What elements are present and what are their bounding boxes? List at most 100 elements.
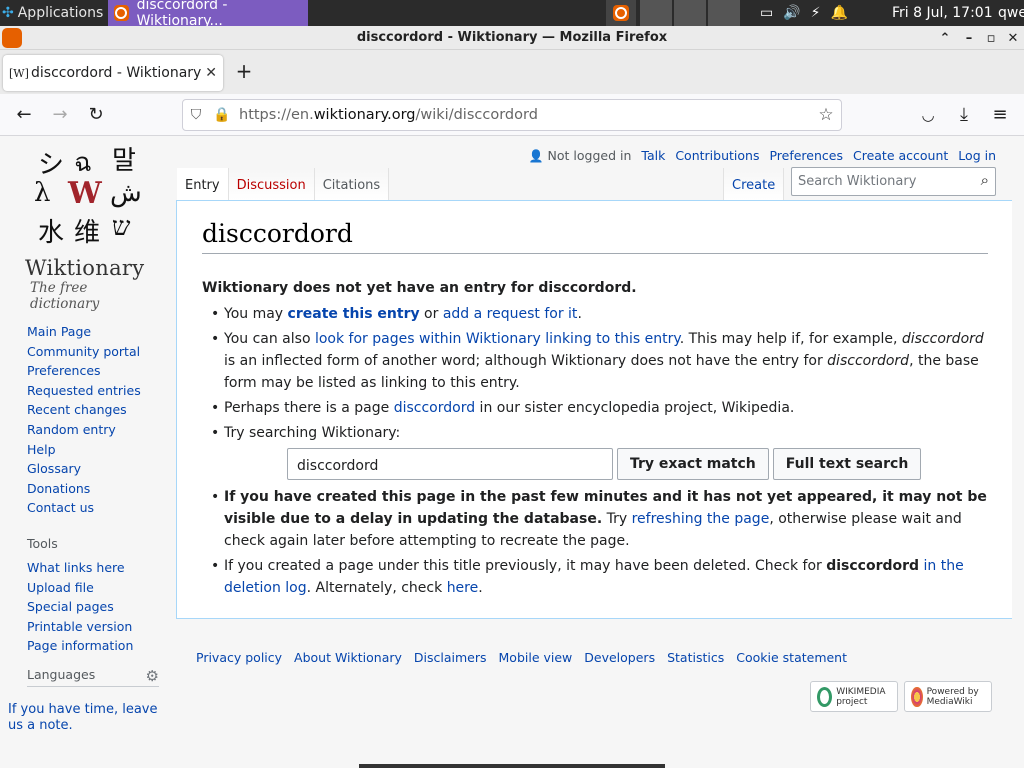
workspace-2[interactable] xyxy=(674,0,706,26)
workspace-1[interactable] xyxy=(640,0,672,26)
lock-icon[interactable]: 🔒 xyxy=(209,107,235,123)
sidebar-item-printable-version[interactable]: Printable version xyxy=(27,619,132,634)
user-name[interactable]: qwe xyxy=(998,0,1024,26)
sidebar-item-glossary[interactable]: Glossary xyxy=(27,461,81,476)
mediawiki-label: Powered by MediaWiki xyxy=(926,686,979,707)
menu-hamburger-icon[interactable]: ≡ xyxy=(988,103,1012,127)
url-text[interactable]: https://en.wiktionary.org/wiki/disccordo… xyxy=(235,107,811,123)
talk-link[interactable]: Talk xyxy=(641,148,665,163)
footer-link-privacy[interactable]: Privacy policy xyxy=(196,650,282,665)
wiktionary-favicon-icon: [W] xyxy=(9,66,29,80)
new-tab-button[interactable]: + xyxy=(232,60,256,84)
text: Try xyxy=(602,511,632,527)
close-tab-icon[interactable]: ✕ xyxy=(205,65,217,81)
system-tray: ▭ 🔊 ⚡ 🔔 xyxy=(760,0,848,26)
mediawiki-logo-icon xyxy=(911,686,923,707)
bold-text: disccordord xyxy=(826,558,920,574)
gear-icon[interactable]: ⚙ xyxy=(146,667,159,685)
sidebar-item-random-entry[interactable]: Random entry xyxy=(27,422,116,437)
chevron-up-icon[interactable]: ⌃ xyxy=(934,26,956,50)
taskbar-firefox-window[interactable]: disccordord - Wiktionary... xyxy=(108,0,308,29)
sidebar-item-preferences[interactable]: Preferences xyxy=(27,363,101,378)
taskbar-firefox-launcher[interactable] xyxy=(606,0,636,26)
refresh-page-link[interactable]: refreshing the page xyxy=(632,511,770,527)
applications-menu[interactable]: ✣ Applications xyxy=(0,0,109,26)
browser-tab[interactable]: [W] disccordord - Wiktionary ✕ xyxy=(3,55,223,91)
horizontal-scrollbar[interactable] xyxy=(359,764,665,768)
user-icon: 👤 xyxy=(528,149,544,163)
wikipedia-link[interactable]: disccordord xyxy=(394,400,475,416)
create-account-link[interactable]: Create account xyxy=(853,148,948,163)
tab-create[interactable]: Create xyxy=(723,168,785,200)
create-entry-link[interactable]: create this entry xyxy=(288,306,420,322)
search-icon[interactable]: ⌕ xyxy=(981,171,989,189)
back-button[interactable]: ← xyxy=(12,103,36,127)
wiktionary-logo[interactable]: シ ฉ 말 λ W ش 水 维 ש Wiktionary The free di… xyxy=(20,140,160,312)
full-text-search-button[interactable]: Full text search xyxy=(772,448,922,480)
what-links-here-link[interactable]: look for pages within Wiktionary linking… xyxy=(315,331,680,347)
minimize-button[interactable]: – xyxy=(958,26,980,50)
sidebar-item-page-information[interactable]: Page information xyxy=(27,638,133,653)
site-name: Wiktionary xyxy=(25,256,145,280)
footer-link-mobile-view[interactable]: Mobile view xyxy=(499,650,573,665)
preferences-link[interactable]: Preferences xyxy=(769,148,843,163)
footer-link-developers[interactable]: Developers xyxy=(584,650,655,665)
power-icon[interactable]: ⚡ xyxy=(811,5,821,21)
close-window-button[interactable]: ✕ xyxy=(1002,26,1024,50)
notification-bell-icon[interactable]: 🔔 xyxy=(831,5,848,21)
try-exact-match-button[interactable]: Try exact match xyxy=(617,448,769,480)
sidebar-item-community-portal[interactable]: Community portal xyxy=(27,344,140,359)
footer-link-cookie-statement[interactable]: Cookie statement xyxy=(736,650,847,665)
sidebar-item-help[interactable]: Help xyxy=(27,442,56,457)
forward-button[interactable]: → xyxy=(48,103,72,127)
sidebar-item-recent-changes[interactable]: Recent changes xyxy=(27,402,127,417)
system-taskbar: ✣ Applications disccordord - Wiktionary.… xyxy=(0,0,1024,29)
sidebar-item-donations[interactable]: Donations xyxy=(27,481,90,496)
downloads-icon[interactable]: ⤓ xyxy=(952,103,976,127)
bookmark-star-icon[interactable]: ☆ xyxy=(811,105,841,125)
workspace-3[interactable] xyxy=(708,0,740,26)
text: You may xyxy=(224,306,288,322)
address-bar[interactable]: ⛉ 🔒 https://en.wiktionary.org/wiki/discc… xyxy=(182,99,842,131)
tab-entry[interactable]: Entry xyxy=(177,168,229,200)
volume-icon[interactable]: 🔊 xyxy=(783,5,800,21)
entry-search-input[interactable]: disccordord xyxy=(287,448,613,480)
tab-strip: [W] disccordord - Wiktionary ✕ + xyxy=(0,50,1024,94)
tools-heading: Tools xyxy=(27,535,58,551)
window-titlebar: disccordord - Wiktionary — Mozilla Firef… xyxy=(0,26,1024,50)
applications-label: Applications xyxy=(17,5,104,21)
list-item: You may create this entry or add a reque… xyxy=(202,303,992,325)
contributions-link[interactable]: Contributions xyxy=(675,148,759,163)
pocket-icon[interactable]: ◡ xyxy=(916,103,940,127)
languages-note-link[interactable]: If you have time, leave us a note. xyxy=(8,702,168,734)
search-input[interactable]: Search Wiktionary ⌕ xyxy=(791,167,996,196)
text: is an inflected form of another word; al… xyxy=(224,353,828,369)
sidebar-item-upload-file[interactable]: Upload file xyxy=(27,580,94,595)
list-item: Perhaps there is a page disccordord in o… xyxy=(202,397,992,419)
add-request-link[interactable]: add a request for it xyxy=(443,306,578,322)
login-link[interactable]: Log in xyxy=(958,148,996,163)
wikimedia-badge[interactable]: WIKIMEDIA project xyxy=(810,681,898,712)
text: . This may help if, for example, xyxy=(679,331,902,347)
list-item: You can also look for pages within Wikti… xyxy=(202,328,992,394)
tab-citations[interactable]: Citations xyxy=(314,168,390,200)
footer-link-about[interactable]: About Wiktionary xyxy=(294,650,402,665)
footer-link-disclaimers[interactable]: Disclaimers xyxy=(414,650,487,665)
footer-link-statistics[interactable]: Statistics xyxy=(667,650,724,665)
sidebar-item-main-page[interactable]: Main Page xyxy=(27,324,91,339)
display-icon[interactable]: ▭ xyxy=(760,5,773,21)
sidebar-item-contact-us[interactable]: Contact us xyxy=(27,500,94,515)
tracking-shield-icon[interactable]: ⛉ xyxy=(183,107,209,123)
sidebar-item-what-links-here[interactable]: What links here xyxy=(27,560,125,575)
sidebar-item-requested-entries[interactable]: Requested entries xyxy=(27,383,141,398)
clock[interactable]: Fri 8 Jul, 17:01 xyxy=(892,0,993,26)
sidebar-item-special-pages[interactable]: Special pages xyxy=(27,599,114,614)
reload-button[interactable]: ↻ xyxy=(84,103,108,127)
here-link[interactable]: here xyxy=(447,580,479,596)
tab-discussion[interactable]: Discussion xyxy=(228,168,315,200)
mediawiki-badge[interactable]: Powered by MediaWiki xyxy=(904,681,992,712)
text: . xyxy=(577,306,582,322)
maximize-button[interactable]: ▫ xyxy=(980,26,1002,50)
search-placeholder: Search Wiktionary xyxy=(798,174,917,189)
main-content: disccordord Wiktionary does not yet have… xyxy=(176,200,1012,619)
